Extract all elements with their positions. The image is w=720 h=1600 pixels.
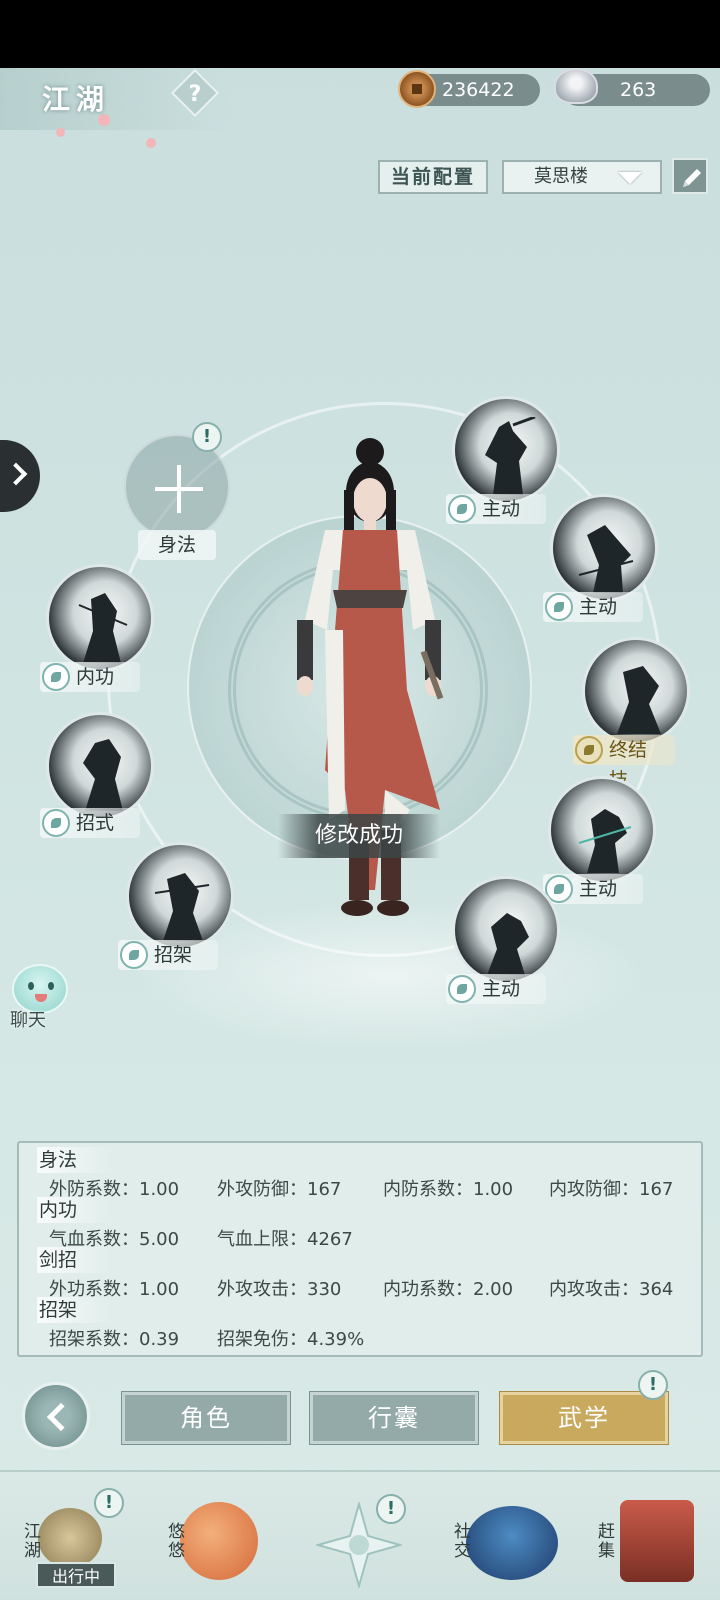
- exclamation-icon: !: [638, 1370, 668, 1400]
- system-status-bar: [0, 0, 720, 68]
- skill-silhouette-icon: [83, 739, 123, 811]
- nav-label: 社交: [450, 1522, 470, 1560]
- nav-label: 江湖: [20, 1522, 40, 1560]
- blossom-decoration: [56, 128, 65, 137]
- skill-node-stance[interactable]: [46, 712, 154, 820]
- skill-silhouette-icon: [578, 525, 634, 593]
- skill-silhouette-icon: [578, 809, 632, 873]
- exclamation-icon: !: [376, 1494, 406, 1524]
- current-config-label: 当前配置: [378, 160, 488, 194]
- stat-section-title: 身法: [37, 1147, 113, 1173]
- copper-currency: 236422: [398, 70, 540, 108]
- nav-social[interactable]: 社交: [440, 1472, 570, 1600]
- config-dropdown[interactable]: 莫思楼: [502, 160, 662, 194]
- skill-silhouette-icon: [78, 593, 128, 663]
- outing-badge: 出行中: [36, 1562, 116, 1588]
- skill-node-active-2[interactable]: [550, 494, 658, 602]
- skill-type-icon: [545, 593, 573, 621]
- copper-coin-icon: [398, 70, 436, 108]
- silver-amount: 263: [620, 79, 657, 101]
- skill-node-finisher[interactable]: [582, 637, 690, 745]
- skill-tag: 主动: [446, 974, 546, 1004]
- skill-tag: 内功: [40, 662, 140, 692]
- stats-panel: 身法 外防系数：1.00 外攻防御：167 内防系数：1.00 内攻防御：167…: [17, 1141, 703, 1357]
- skill-silhouette-icon: [617, 666, 661, 734]
- market-basket-icon: [620, 1500, 694, 1582]
- nav-label: 悠悠: [164, 1522, 184, 1560]
- stat-value: 外攻防御：167: [217, 1179, 342, 1200]
- skill-type-icon: [120, 941, 148, 969]
- social-art-icon: [466, 1506, 558, 1580]
- config-selected-value: 莫思楼: [534, 166, 588, 187]
- exclamation-icon: !: [94, 1488, 124, 1518]
- blossom-decoration: [146, 138, 156, 148]
- silver-currency: 263: [554, 68, 710, 106]
- skill-node-active-3[interactable]: [548, 776, 656, 884]
- chevron-down-icon: [618, 172, 642, 184]
- title-area: 江湖 ?: [0, 68, 230, 148]
- chevron-right-icon: [4, 462, 28, 486]
- skill-node-inner-power[interactable]: [46, 564, 154, 672]
- stat-section-title: 剑招: [37, 1247, 113, 1273]
- stat-section-title: 内功: [37, 1197, 113, 1223]
- pencil-icon: [683, 169, 701, 187]
- help-icon: ?: [188, 82, 202, 107]
- skill-tag: 主动: [543, 874, 643, 904]
- skill-node-parry[interactable]: [126, 842, 234, 950]
- bottom-nav: 江湖 出行中 ! 悠悠 ! 社交 赶集: [0, 1470, 720, 1600]
- skill-type-icon: [448, 975, 476, 1003]
- tab-martial-arts[interactable]: 武学: [499, 1391, 669, 1445]
- back-arrow-icon: [46, 1402, 76, 1432]
- stat-value: 招架免伤：4.39%: [217, 1329, 365, 1350]
- stat-value: 内攻攻击：364: [549, 1279, 674, 1300]
- skill-type-icon: [448, 495, 476, 523]
- chat-label: 聊天: [10, 1010, 46, 1031]
- stat-value: 气血上限：4267: [217, 1229, 353, 1250]
- tab-inventory[interactable]: 行囊: [309, 1391, 479, 1445]
- nav-label: 赶集: [594, 1522, 614, 1560]
- page-title: 江湖: [42, 83, 111, 116]
- skill-node-active-4[interactable]: [452, 876, 560, 984]
- stat-value: 内功系数：2.00: [383, 1279, 514, 1300]
- skill-type-icon: [42, 809, 70, 837]
- skill-silhouette-icon: [485, 417, 536, 495]
- skill-type-icon: [575, 736, 603, 764]
- skill-silhouette-icon: [487, 913, 529, 975]
- youyou-art-icon: [180, 1502, 258, 1580]
- back-button[interactable]: [22, 1382, 90, 1450]
- plus-icon: [177, 465, 181, 513]
- stat-value: 内防系数：1.00: [383, 1179, 514, 1200]
- skill-tag: 主动: [543, 592, 643, 622]
- skill-type-icon: [42, 663, 70, 691]
- skill-silhouette-icon: [154, 873, 210, 941]
- top-bar: 江湖 ? 236422 263: [0, 68, 720, 148]
- nav-jianghu[interactable]: 江湖 出行中 !: [0, 1472, 140, 1600]
- character-model[interactable]: [285, 430, 455, 950]
- nav-center-star[interactable]: !: [310, 1472, 410, 1600]
- stat-section-title: 招架: [37, 1297, 113, 1323]
- exclamation-icon: !: [192, 422, 222, 452]
- stat-value: 内攻防御：167: [549, 1179, 674, 1200]
- tab-character[interactable]: 角色: [121, 1391, 291, 1445]
- empty-slot-label: 身法: [138, 530, 216, 560]
- copper-amount: 236422: [442, 79, 515, 101]
- skill-tag: 招架: [118, 940, 218, 970]
- stat-value: 招架系数：0.39: [49, 1329, 180, 1350]
- nav-market[interactable]: 赶集: [584, 1472, 720, 1600]
- nav-youyou[interactable]: 悠悠: [150, 1472, 280, 1600]
- skill-tag-finisher: 终结技: [573, 735, 675, 791]
- stat-value: 外攻攻击：330: [217, 1279, 342, 1300]
- success-toast: 修改成功: [278, 814, 440, 858]
- edit-config-button[interactable]: [672, 158, 708, 194]
- jianghu-art-icon: [38, 1508, 102, 1568]
- skill-tag: 主动: [446, 494, 546, 524]
- silver-ingot-icon: [554, 68, 598, 104]
- expand-side-panel-button[interactable]: [0, 440, 40, 512]
- skill-node-active-1[interactable]: [452, 396, 560, 504]
- skill-tag: 招式: [40, 808, 140, 838]
